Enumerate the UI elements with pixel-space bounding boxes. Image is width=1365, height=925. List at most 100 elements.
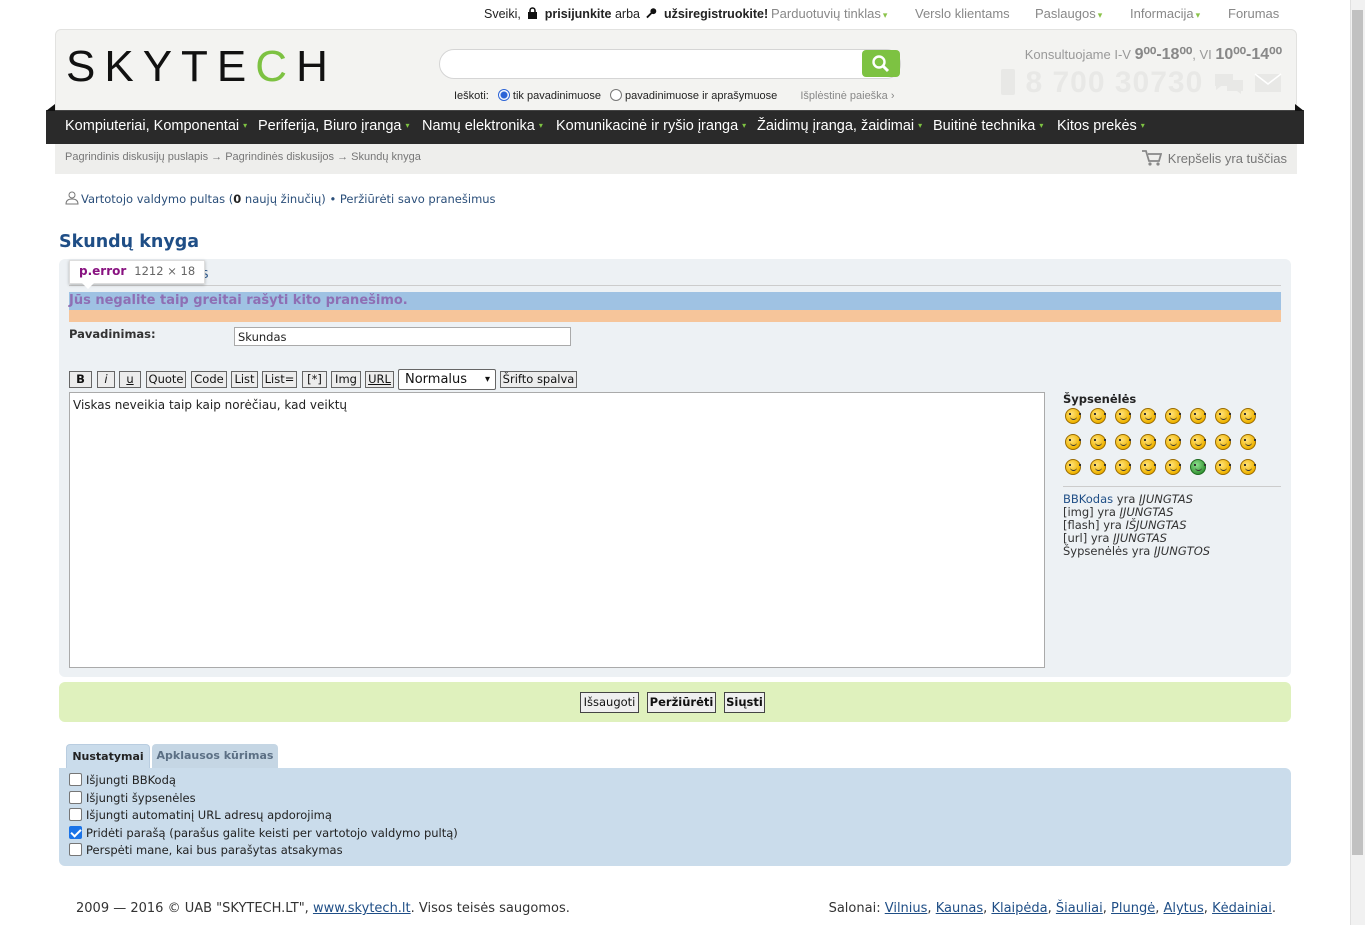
radio-titles-only[interactable] bbox=[497, 89, 510, 101]
salon-link[interactable]: Šiauliai bbox=[1056, 901, 1103, 916]
confused-icon[interactable] bbox=[1190, 408, 1206, 424]
green-icon[interactable] bbox=[1190, 459, 1206, 475]
wink-icon[interactable] bbox=[1115, 408, 1131, 424]
top-nav-item[interactable]: Forumas bbox=[1228, 6, 1279, 21]
italic-button[interactable]: i bbox=[97, 371, 115, 388]
phone-icon bbox=[1001, 69, 1016, 95]
footer-salons: Salonai: Vilnius, Kaunas, Klaipėda, Šiau… bbox=[828, 901, 1276, 916]
option-checkbox[interactable] bbox=[69, 790, 82, 804]
twisted-icon[interactable] bbox=[1215, 433, 1231, 450]
salon-link[interactable]: Kaunas bbox=[936, 901, 983, 916]
tab-poll[interactable]: Apklausos kūrimas bbox=[152, 744, 278, 768]
option-checkbox[interactable] bbox=[69, 825, 82, 839]
option-row[interactable]: Perspėti mane, kai bus parašytas atsakym… bbox=[69, 843, 343, 857]
scrollbar[interactable] bbox=[1350, 0, 1365, 925]
radio-titles-desc[interactable] bbox=[610, 89, 623, 101]
option-checkbox[interactable] bbox=[69, 843, 82, 856]
view-posts-link[interactable]: Peržiūrėti savo pranešimus bbox=[340, 192, 496, 206]
salon-link[interactable]: Plungė bbox=[1111, 901, 1155, 916]
geek-icon[interactable] bbox=[1215, 459, 1231, 475]
laugh-icon[interactable] bbox=[1065, 433, 1081, 450]
submit-button[interactable]: Siųsti bbox=[724, 692, 765, 713]
font-size-select[interactable]: Normalus ▾ bbox=[398, 369, 496, 390]
top-nav-item[interactable]: Parduotuvių tinklas ▾ bbox=[771, 6, 887, 21]
underline-button[interactable]: u bbox=[119, 371, 141, 388]
option-row[interactable]: Išjungti šypsenėles bbox=[69, 790, 196, 805]
logo[interactable]: SKYTECH bbox=[66, 42, 337, 92]
salon-link[interactable]: Kėdainiai bbox=[1212, 901, 1272, 916]
salon-link[interactable]: Alytus bbox=[1163, 901, 1203, 916]
message-textarea[interactable]: Viskas neveikia taip kaip norėčiau, kad … bbox=[69, 392, 1045, 668]
question-icon[interactable] bbox=[1090, 459, 1106, 475]
url-button[interactable]: URL bbox=[365, 371, 394, 388]
salon-link[interactable]: Vilnius bbox=[885, 901, 928, 916]
site-link[interactable]: www.skytech.lt bbox=[313, 901, 411, 916]
list-item-button[interactable]: [*] bbox=[302, 371, 327, 388]
or-text: arba bbox=[614, 7, 640, 21]
option-row[interactable]: Išjungti automatinį URL adresų apdorojim… bbox=[69, 808, 332, 822]
code-button[interactable]: Code bbox=[191, 371, 227, 388]
login-link[interactable]: prisijunkite bbox=[545, 7, 612, 21]
advanced-search-link[interactable]: Išplėstinė paieška › bbox=[800, 90, 894, 102]
register-link[interactable]: užsiregistruokite! bbox=[664, 7, 768, 21]
mad-icon[interactable] bbox=[1090, 433, 1106, 450]
search-input[interactable] bbox=[439, 49, 901, 79]
scrollbar-thumb[interactable] bbox=[1352, 10, 1363, 855]
subject-label: Pavadinimas: bbox=[69, 327, 156, 341]
arrow-icon[interactable] bbox=[1140, 459, 1156, 475]
quote-button[interactable]: Quote bbox=[146, 371, 186, 388]
divider bbox=[69, 285, 1281, 286]
list-button[interactable]: List bbox=[231, 371, 258, 388]
smile-icon[interactable] bbox=[1090, 408, 1106, 424]
mail-icon bbox=[1254, 73, 1282, 92]
menu-item[interactable]: Namų elektronika ▾ bbox=[422, 118, 543, 134]
ordered-list-button[interactable]: List= bbox=[262, 371, 297, 388]
rolleyes-icon[interactable] bbox=[1240, 433, 1256, 450]
devtools-tooltip: p.error 1212 × 18 bbox=[69, 260, 206, 289]
font-color-button[interactable]: Šrifto spalva bbox=[500, 371, 577, 388]
cart-status[interactable]: Krepšelis yra tuščias bbox=[1141, 150, 1287, 166]
shocked-icon[interactable] bbox=[1165, 408, 1181, 424]
img-button[interactable]: Img bbox=[331, 371, 361, 388]
exclaim-icon[interactable] bbox=[1065, 459, 1081, 475]
menu-item[interactable]: Buitinė technika ▾ bbox=[933, 118, 1043, 134]
subject-input[interactable]: Skundas bbox=[234, 327, 571, 346]
preview-button[interactable]: Peržiūrėti bbox=[647, 692, 716, 713]
bold-button[interactable]: B bbox=[69, 371, 92, 388]
biggrin-icon[interactable] bbox=[1065, 408, 1081, 424]
redface-icon[interactable] bbox=[1140, 433, 1156, 450]
menu-item[interactable]: Periferija, Biuro įranga ▾ bbox=[258, 118, 409, 134]
page-title: Skundų knyga bbox=[59, 232, 200, 252]
menu-item[interactable]: Kompiuteriai, Komponentai ▾ bbox=[65, 118, 247, 134]
footer-copyright: 2009 — 2016 © UAB "SKYTECH.LT", www.skyt… bbox=[76, 901, 570, 916]
salon-link[interactable]: Klaipėda bbox=[991, 901, 1047, 916]
option-row[interactable]: Išjungti BBKodą bbox=[69, 773, 176, 787]
menu-item[interactable]: Kitos prekės ▾ bbox=[1057, 118, 1145, 134]
razz-icon[interactable] bbox=[1115, 433, 1131, 450]
neutral-icon[interactable] bbox=[1165, 459, 1181, 475]
option-row[interactable]: Pridėti parašą (parašus galite keisti pe… bbox=[69, 825, 458, 840]
top-nav-item[interactable]: Informacija ▾ bbox=[1130, 6, 1200, 21]
bbcode-link[interactable]: BBKodas bbox=[1063, 492, 1113, 506]
ucp-link[interactable]: Vartotojo valdymo pultas (0 naujų žinuči… bbox=[81, 192, 336, 206]
evil-icon[interactable] bbox=[1190, 433, 1206, 450]
save-button[interactable]: Išsaugoti bbox=[580, 692, 639, 713]
cool-icon[interactable] bbox=[1240, 408, 1256, 424]
menu-item[interactable]: Žaidimų įranga, žaidimai ▾ bbox=[757, 118, 922, 134]
confused2-icon[interactable] bbox=[1215, 408, 1231, 424]
idea-icon[interactable] bbox=[1115, 459, 1131, 475]
option-checkbox[interactable] bbox=[69, 808, 82, 821]
breadcrumb[interactable]: Pagrindinis diskusijų puslapis → Pagrind… bbox=[65, 151, 421, 163]
tab-settings[interactable]: Nustatymai bbox=[66, 744, 150, 768]
top-nav-item[interactable]: Paslaugos ▾ bbox=[1035, 6, 1102, 21]
surprised-icon[interactable] bbox=[1140, 408, 1156, 424]
search-button[interactable] bbox=[862, 50, 900, 77]
ugeek-icon[interactable] bbox=[1240, 459, 1256, 475]
ucp-bar: Vartotojo valdymo pultas (0 naujų žinuči… bbox=[65, 191, 496, 206]
menu-item[interactable]: Komunikacinė ir ryšio įranga ▾ bbox=[556, 118, 746, 134]
divider bbox=[1063, 486, 1281, 487]
search-label: Ieškoti: bbox=[454, 90, 489, 102]
option-checkbox[interactable] bbox=[69, 773, 82, 786]
cry-icon[interactable] bbox=[1165, 433, 1181, 450]
top-nav-item[interactable]: Verslo klientams bbox=[915, 6, 1010, 21]
